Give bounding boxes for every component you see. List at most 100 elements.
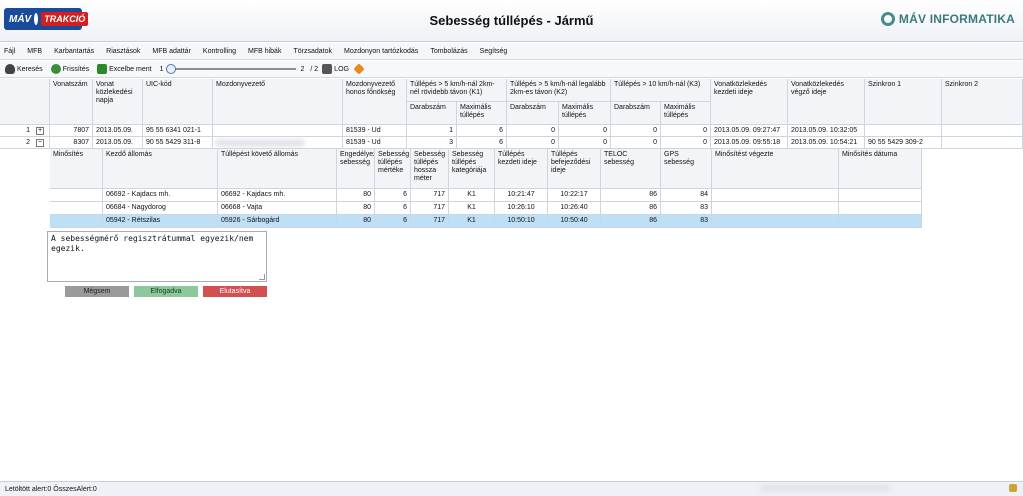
menu-item-fajl[interactable]: Fájl — [4, 48, 15, 55]
detail-header-gps[interactable]: GPS sebesség — [661, 149, 712, 189]
grid-header-k2-group: Túllépés > 5 km/h-nál legalább 2km-es tá… — [507, 79, 611, 102]
menu-item-mfb[interactable]: MFB — [27, 48, 42, 55]
menu-item-mfb-adattar[interactable]: MFB adattár — [152, 48, 191, 55]
page-total-label: 2 — [300, 65, 305, 73]
detail-header-hossz[interactable]: Sebesség túllépés hossza méter — [411, 149, 449, 189]
page-current-label: 1 — [159, 65, 164, 73]
menu-item-mozdonyon-tartozkodas[interactable]: Mozdonyon tartózkodás — [344, 48, 418, 55]
detail-cell-vegezte — [712, 202, 839, 215]
detail-header-vegezte[interactable]: Minősítést végezte — [712, 149, 839, 189]
detail-cell-vegezte — [712, 189, 839, 202]
grid-header-mozdonyvezeto[interactable]: Mozdonyvezető — [213, 79, 343, 125]
cell-kezdeti: 2013.05.09. 09:55:18 — [711, 137, 788, 149]
detail-header-mertek[interactable]: Sebesség túllépés mértéke — [375, 149, 411, 189]
mav-informatika-logo: MÁV INFORMATIKA — [880, 12, 1015, 26]
cell-vonatszam: 8307 — [50, 137, 93, 149]
grid-header-k3-darabszam[interactable]: Darabszám — [611, 102, 661, 125]
detail-cell-kezdeti: 10:21:47 — [495, 189, 548, 202]
grid-header-uic[interactable]: UIC-kód — [143, 79, 213, 125]
detail-cell-koveto: 06692 - Kajdacs mh. — [218, 189, 337, 202]
menu-item-kontrolling[interactable]: Kontrolling — [203, 48, 236, 55]
reject-button[interactable]: Elutasítva — [203, 286, 267, 297]
grid-header-szinkron2[interactable]: Szinkron 2 — [942, 79, 1023, 125]
excel-export-button[interactable]: Excelbe ment — [97, 64, 152, 74]
cell-szinkron2 — [942, 137, 1023, 149]
cell-uic: 90 55 5429 311-8 — [143, 137, 213, 149]
status-text: Letöltött alert:0 ÖsszesAlert:0 — [5, 485, 97, 493]
menu-item-karbantartas[interactable]: Karbantartás — [54, 48, 94, 55]
row-number: 2 — [0, 137, 33, 149]
menu-item-segitseg[interactable]: Segítség — [480, 48, 508, 55]
excel-export-label: Excelbe ment — [109, 65, 152, 73]
cell-nap: 2013.05.09. — [93, 125, 143, 137]
detail-header-engedelyezett[interactable]: Engedélyezett sebesség — [337, 149, 375, 189]
grid-header-szinkron1[interactable]: Szinkron 1 — [865, 79, 942, 125]
grid-header-k1-darabszam[interactable]: Darabszám — [407, 102, 457, 125]
cell-k2-db: 0 — [507, 125, 559, 137]
search-button[interactable]: Keresés — [5, 64, 43, 74]
grid-header-fonokseg[interactable]: Mozdonyvezető honos főnökség — [343, 79, 407, 125]
accept-button[interactable]: Elfogadva — [134, 286, 198, 297]
cancel-button[interactable]: Mégsem — [65, 286, 129, 297]
log-button-label: LOG — [334, 65, 349, 73]
refresh-button[interactable]: Frissítés — [50, 64, 89, 74]
expand-icon[interactable]: + — [36, 127, 44, 135]
pin-icon — [353, 63, 365, 75]
grid-header-k1-group: Túllépés > 5 km/h-nál 2km-nél rövidebb t… — [407, 79, 507, 102]
row-expander-cell: + — [33, 125, 50, 137]
detail-cell-kezdeti: 10:26:10 — [495, 202, 548, 215]
pin-button[interactable] — [353, 63, 365, 75]
detail-cell-datum — [839, 202, 922, 215]
detail-cell-gps: 83 — [661, 202, 712, 215]
collapse-icon[interactable]: − — [36, 139, 44, 147]
mav-informatika-logo-icon — [880, 12, 895, 26]
detail-cell-mertek: 6 — [375, 189, 411, 202]
log-button[interactable]: LOG — [322, 64, 349, 74]
detail-header-datum[interactable]: Minősítés dátuma — [839, 149, 922, 189]
grid-header-k3-max[interactable]: Maximális túllépés — [661, 102, 711, 125]
grid-header-kezdeti[interactable]: Vonatközlekedés kezdeti ideje — [711, 79, 788, 125]
detail-header-kezdeti[interactable]: Túllépés kezdeti ideje — [495, 149, 548, 189]
cell-k2-db: 0 — [507, 137, 559, 149]
detail-cell-gps: 84 — [661, 189, 712, 202]
menu-item-mfb-hibak[interactable]: MFB hibák — [248, 48, 281, 55]
cell-uic: 95 55 6341 021-1 — [143, 125, 213, 137]
menu-item-riasztasok[interactable]: Riasztások — [106, 48, 140, 55]
grid-header-vegzo[interactable]: Vonatközlekedés végző ideje — [788, 79, 865, 125]
detail-cell-hossz: 717 — [411, 202, 449, 215]
detail-header-befejezo[interactable]: Túllépés befejeződési ideje — [548, 149, 601, 189]
detail-header-koveto[interactable]: Túllépést követő állomás — [218, 149, 337, 189]
row-number: 1 — [0, 125, 33, 137]
detail-header-kezdo[interactable]: Kezdő állomás — [103, 149, 218, 189]
page-slider-thumb[interactable] — [166, 64, 177, 74]
menu-item-torzsadatok[interactable]: Törzsadatok — [293, 48, 332, 55]
binoculars-icon — [5, 64, 15, 74]
detail-header-minosites[interactable]: Minősítés — [50, 149, 103, 189]
detail-header-teloc[interactable]: TELOC sebesség — [601, 149, 661, 189]
page-slider[interactable] — [166, 64, 297, 74]
grid-header-k2-max[interactable]: Maximális túllépés — [559, 102, 611, 125]
grid-header-vonat-napja[interactable]: Vonat közlekedési napja — [93, 79, 143, 125]
grid-header-vonatszam[interactable]: Vonatszám — [50, 79, 93, 125]
logo-right-text: MÁV INFORMATIKA — [898, 12, 1015, 26]
detail-cell-minosites — [50, 215, 103, 228]
cell-k1-db: 3 — [407, 137, 457, 149]
detail-cell-kat: K1 — [449, 189, 495, 202]
detail-cell-gps: 83 — [661, 215, 712, 228]
detail-cell-teloc: 86 — [601, 202, 661, 215]
detail-cell-datum — [839, 189, 922, 202]
cell-k1-max: 6 — [457, 137, 507, 149]
detail-header-kategoria[interactable]: Sebesség túllépés kategóriája — [449, 149, 495, 189]
cell-vegzo: 2013.05.09. 10:54:21 — [788, 137, 865, 149]
textarea-resize-handle[interactable] — [259, 274, 265, 280]
menu-item-tombolazas[interactable]: Tombolázás — [430, 48, 467, 55]
remarks-textarea[interactable]: A sebességmérő regisztrátummal egyezik/n… — [47, 231, 267, 282]
cell-vegzo: 2013.05.09. 10:32:05 — [788, 125, 865, 137]
lock-icon — [1009, 484, 1017, 492]
grid-header-k1-max[interactable]: Maximális túllépés — [457, 102, 507, 125]
detail-cell-koveto: 05926 - Sárbogárd — [218, 215, 337, 228]
detail-cell-befejezo: 10:26:40 — [548, 202, 601, 215]
grid-header-k2-darabszam[interactable]: Darabszám — [507, 102, 559, 125]
cell-nap: 2013.05.09. — [93, 137, 143, 149]
detail-cell-kat: K1 — [449, 202, 495, 215]
